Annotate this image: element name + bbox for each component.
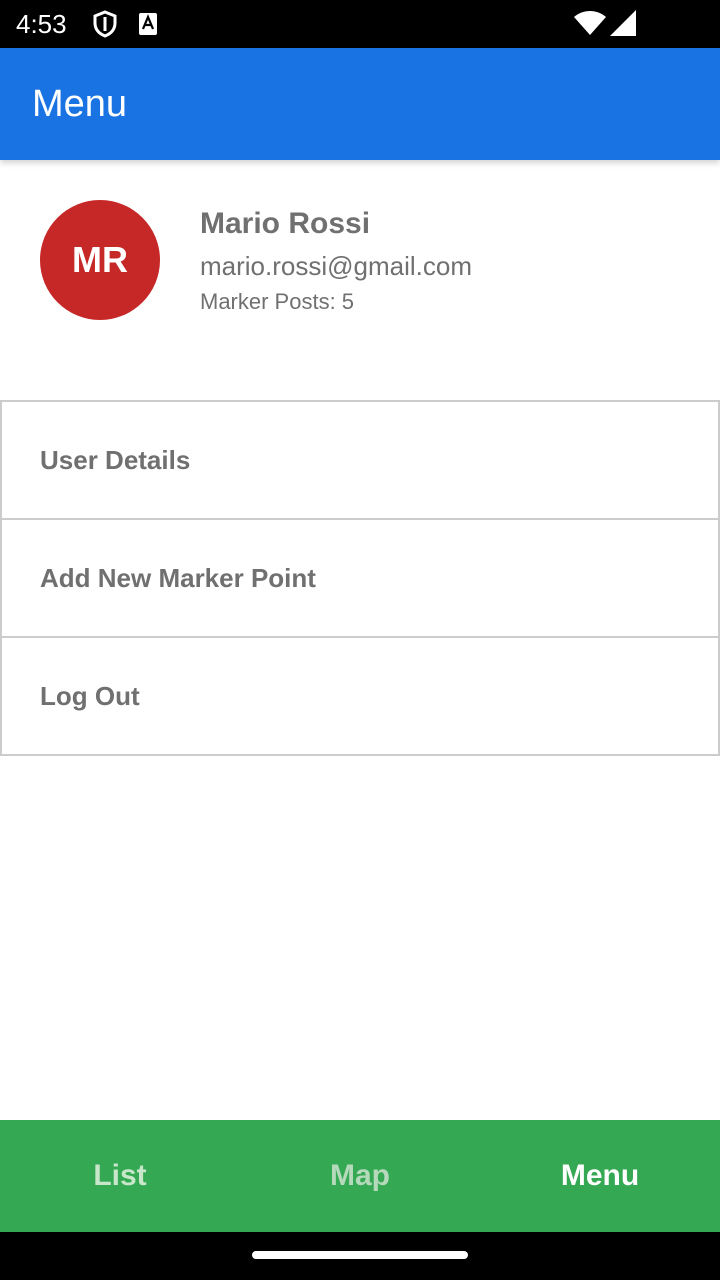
menu-item-label: Log Out [40, 680, 140, 711]
page-title: Menu [32, 83, 128, 125]
screen: 4:53 Menu MR Mario Rossi mario.rossi@gma… [0, 0, 720, 1280]
tab-map-label: Map [330, 1159, 390, 1192]
shield-icon [92, 10, 118, 38]
tab-map[interactable]: Map [240, 1120, 480, 1232]
profile-post-count: Marker Posts: 5 [200, 289, 355, 314]
avatar-initials: MR [72, 239, 128, 280]
app-bar: Menu [0, 48, 720, 160]
tab-list-label: List [93, 1159, 147, 1192]
tab-menu[interactable]: Menu [480, 1120, 720, 1232]
profile-header: MR Mario Rossi mario.rossi@gmail.com Mar… [0, 160, 720, 400]
signal-icon [610, 10, 636, 36]
accessibility-a-icon [138, 12, 158, 36]
profile-name: Mario Rossi [200, 207, 371, 240]
avatar: MR [40, 200, 160, 320]
menu-item-add-marker[interactable]: Add New Marker Point [2, 520, 718, 638]
status-time: 4:53 [16, 9, 67, 39]
wifi-icon [574, 10, 606, 36]
menu-item-user-details[interactable]: User Details [2, 402, 718, 520]
menu-list: User Details Add New Marker Point Log Ou… [0, 400, 720, 756]
tab-list[interactable]: List [0, 1120, 240, 1232]
profile-email: mario.rossi@gmail.com [200, 251, 472, 281]
menu-item-log-out[interactable]: Log Out [2, 638, 718, 754]
menu-item-label: User Details [40, 444, 191, 475]
status-bar: 4:53 [0, 0, 720, 48]
menu-item-label: Add New Marker Point [40, 562, 316, 593]
system-navigation-bar [0, 1232, 720, 1280]
tab-menu-label: Menu [560, 1159, 640, 1192]
home-gesture-handle[interactable] [252, 1251, 468, 1259]
bottom-navigation: List Map Menu [0, 1120, 720, 1232]
